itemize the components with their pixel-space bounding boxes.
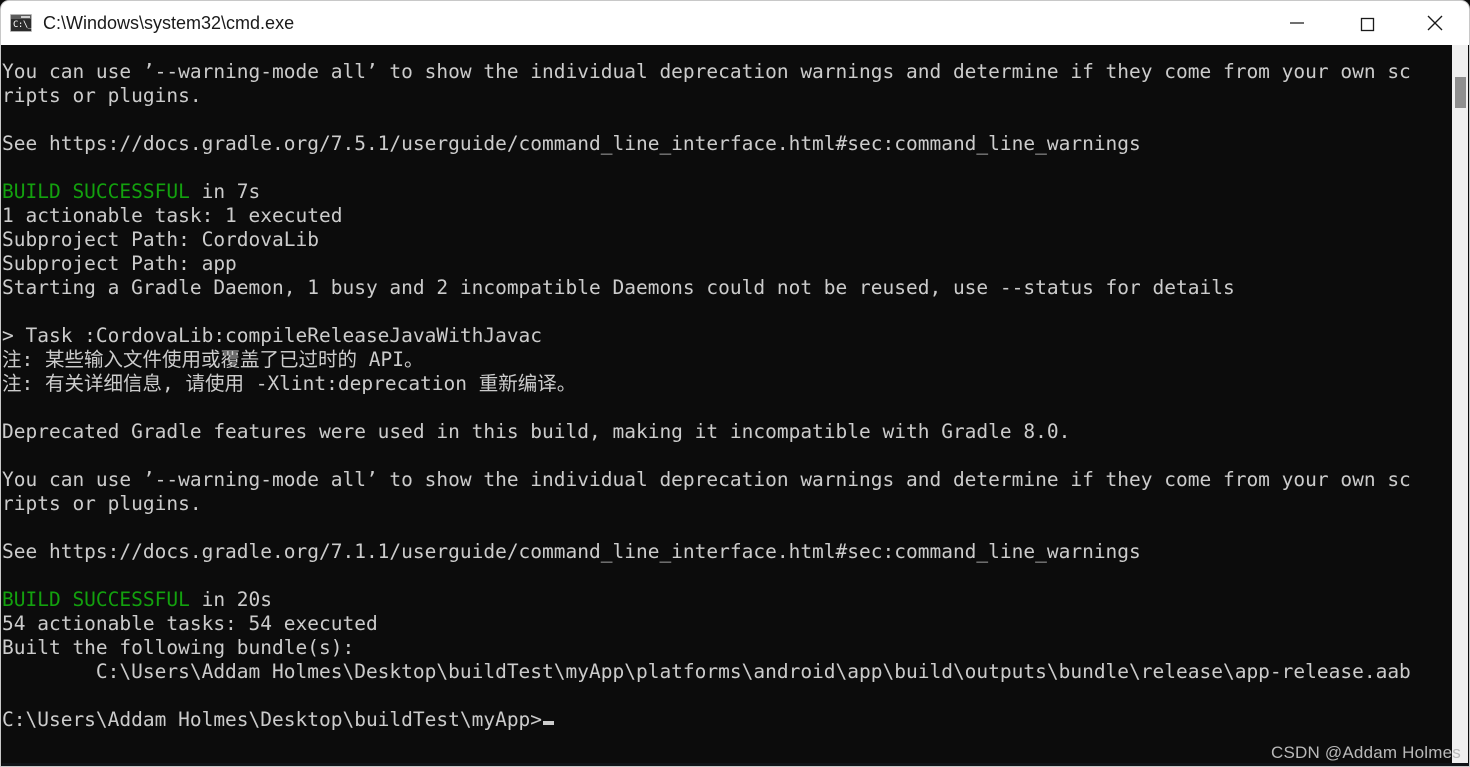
build-duration-text: in 20s xyxy=(189,588,273,611)
terminal-line: C:\Users\Addam Holmes\Desktop\buildTest\… xyxy=(2,660,1411,683)
terminal-line: You can use ’--warning-mode all’ to show… xyxy=(2,60,1411,83)
cmd-window: C:\_ C:\Windows\system32\cmd.exe You can… xyxy=(0,0,1470,767)
minimize-icon xyxy=(1289,21,1304,24)
terminal-line: Deprecated Gradle features were used in … xyxy=(2,420,1071,443)
icon-prompt-glyph: C:\_ xyxy=(13,20,33,30)
cmd-console-icon: C:\_ xyxy=(10,14,33,32)
terminal-line: See https://docs.gradle.org/7.1.1/usergu… xyxy=(2,540,1141,563)
terminal-line: ripts or plugins. xyxy=(2,84,202,107)
terminal-line: Built the following bundle(s): xyxy=(2,636,355,659)
watermark-text: CSDN @Addam Holmes xyxy=(1271,743,1461,762)
window-controls xyxy=(1262,1,1469,45)
close-button[interactable] xyxy=(1400,1,1469,45)
console-body[interactable]: You can use ’--warning-mode all’ to show… xyxy=(0,45,1470,767)
maximize-button[interactable] xyxy=(1331,1,1400,45)
titlebar[interactable]: C:\_ C:\Windows\system32\cmd.exe xyxy=(0,0,1470,45)
vertical-scrollbar[interactable] xyxy=(1452,45,1468,766)
close-icon xyxy=(1427,15,1442,30)
text-cursor xyxy=(543,721,555,725)
terminal-line: Subproject Path: app xyxy=(2,252,237,275)
build-duration-text: in 7s xyxy=(189,180,261,203)
terminal-line: 注: 某些输入文件使用或覆盖了已过时的 API。 xyxy=(2,348,424,371)
terminal-line: C:\Users\Addam Holmes\Desktop\buildTest\… xyxy=(2,708,1439,732)
terminal-line: 54 actionable tasks: 54 executed xyxy=(2,612,378,635)
build-status-text: BUILD SUCCESSFUL xyxy=(2,180,190,203)
maximize-icon xyxy=(1360,17,1374,31)
titlebar-identity: C:\_ C:\Windows\system32\cmd.exe xyxy=(1,13,294,34)
terminal-line: BUILD SUCCESSFUL in 20s xyxy=(2,588,1439,612)
minimize-button[interactable] xyxy=(1262,1,1331,45)
scrollbar-thumb[interactable] xyxy=(1455,77,1466,108)
terminal-line: 1 actionable task: 1 executed xyxy=(2,204,343,227)
build-status-text: BUILD SUCCESSFUL xyxy=(2,588,190,611)
background-window-edge xyxy=(2,763,1469,766)
terminal-line: ripts or plugins. xyxy=(2,492,202,515)
terminal-line: Subproject Path: CordovaLib xyxy=(2,228,319,251)
terminal-line: 注: 有关详细信息, 请使用 -Xlint:deprecation 重新编译。 xyxy=(2,372,577,395)
window-title: C:\Windows\system32\cmd.exe xyxy=(43,12,295,33)
terminal-line: You can use ’--warning-mode all’ to show… xyxy=(2,468,1411,491)
terminal-line: > Task :CordovaLib:compileReleaseJavaWit… xyxy=(2,324,543,347)
terminal-line: See https://docs.gradle.org/7.5.1/usergu… xyxy=(2,132,1141,155)
terminal-line: BUILD SUCCESSFUL in 7s xyxy=(2,180,1439,204)
terminal-line: Starting a Gradle Daemon, 1 busy and 2 i… xyxy=(2,276,1235,299)
terminal-output[interactable]: You can use ’--warning-mode all’ to show… xyxy=(1,45,1439,766)
